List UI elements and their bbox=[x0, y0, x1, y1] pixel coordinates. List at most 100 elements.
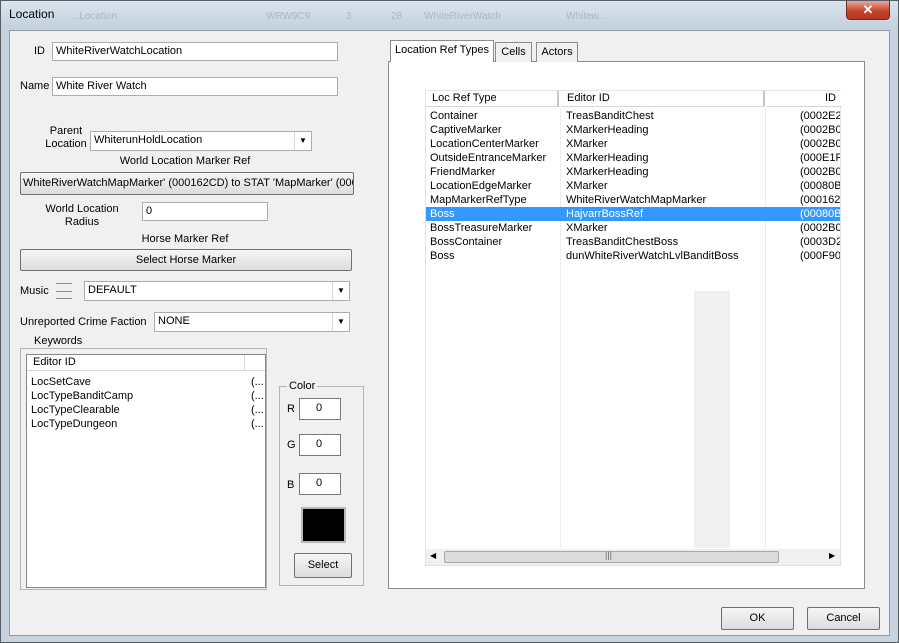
music-label: Music bbox=[20, 285, 49, 297]
table-cell[interactable]: (0002B0 bbox=[800, 123, 840, 137]
radius-input[interactable]: 0 bbox=[142, 202, 268, 221]
chevron-down-icon[interactable]: ▼ bbox=[294, 132, 311, 150]
crime-faction-value: NONE bbox=[158, 315, 190, 327]
blank-region bbox=[694, 291, 730, 548]
music-spin[interactable] bbox=[56, 283, 72, 299]
keywords-header-extra[interactable] bbox=[245, 355, 265, 371]
red-input[interactable]: 0 bbox=[299, 398, 341, 420]
ok-button[interactable]: OK bbox=[721, 607, 794, 630]
title-bar[interactable]: Location ...Location WRW9C9 3 28 WhiteRi… bbox=[1, 1, 898, 29]
table-cell[interactable]: Boss bbox=[430, 207, 558, 221]
list-item[interactable]: LocTypeClearable bbox=[31, 403, 247, 417]
table-cell[interactable]: BossContainer bbox=[430, 235, 558, 249]
blue-input[interactable]: 0 bbox=[299, 473, 341, 495]
radius-label: Radius bbox=[64, 216, 100, 228]
table-cell[interactable]: XMarkerHeading bbox=[566, 123, 762, 137]
scroll-left-icon[interactable]: ◀ bbox=[430, 551, 436, 560]
list-item-extra: (... bbox=[251, 376, 264, 388]
table-cell[interactable]: (0002B0 bbox=[800, 137, 840, 151]
ghost-text: Whitew... bbox=[566, 11, 607, 22]
list-item[interactable]: LocSetCave bbox=[31, 375, 247, 389]
table-cell[interactable]: OutsideEntranceMarker bbox=[430, 151, 558, 165]
keywords-list[interactable]: Editor ID LocSetCave (... LocTypeBanditC… bbox=[26, 354, 266, 588]
id-label: ID bbox=[34, 45, 45, 57]
table-cell[interactable]: (000162 bbox=[800, 193, 840, 207]
close-button[interactable]: ✕ bbox=[846, 1, 890, 20]
column-header-editor-id[interactable]: Editor ID bbox=[561, 91, 765, 107]
music-select[interactable]: DEFAULT ▼ bbox=[84, 281, 350, 301]
table-cell[interactable]: LocationCenterMarker bbox=[430, 137, 558, 151]
color-select-button[interactable]: Select bbox=[294, 553, 352, 578]
scroll-right-icon[interactable]: ▶ bbox=[829, 551, 835, 560]
table-cell[interactable]: XMarker bbox=[566, 179, 762, 193]
cancel-button[interactable]: Cancel bbox=[807, 607, 880, 630]
grip-icon: ||| bbox=[605, 550, 613, 560]
column-header-id[interactable]: ID bbox=[767, 91, 842, 107]
marker-ref-button[interactable]: WhiteRiverWatchMapMarker' (000162CD) to … bbox=[20, 172, 354, 195]
crime-faction-select[interactable]: NONE ▼ bbox=[154, 312, 350, 332]
table-cell[interactable]: HajvarrBossRef bbox=[566, 207, 762, 221]
table-cell[interactable]: (000F90 bbox=[800, 249, 840, 263]
column-divider bbox=[765, 108, 766, 548]
parent-location-label: Location bbox=[45, 138, 87, 150]
table-cell[interactable]: Container bbox=[430, 109, 558, 123]
table-cell[interactable]: LocationEdgeMarker bbox=[430, 179, 558, 193]
green-label: G bbox=[287, 439, 296, 451]
table-cell[interactable]: (0003D2 bbox=[800, 235, 840, 249]
table-cell[interactable]: XMarkerHeading bbox=[566, 165, 762, 179]
list-item-extra: (... bbox=[251, 390, 264, 402]
color-swatch[interactable] bbox=[301, 507, 346, 543]
tab-actors[interactable]: Actors bbox=[536, 42, 578, 62]
table-cell[interactable]: WhiteRiverWatchMapMarker bbox=[566, 193, 762, 207]
table-cell[interactable]: Boss bbox=[430, 249, 558, 263]
color-group-label: Color bbox=[287, 380, 318, 392]
crime-faction-label: Unreported Crime Faction bbox=[20, 316, 147, 328]
table-cell[interactable]: (00080B bbox=[800, 179, 840, 193]
chevron-down-icon[interactable]: ▼ bbox=[332, 313, 349, 331]
blue-label: B bbox=[287, 479, 295, 491]
radius-label: World Location bbox=[45, 203, 119, 215]
keywords-header-editor-id[interactable]: Editor ID bbox=[27, 355, 245, 371]
table-cell[interactable]: (0002E2 bbox=[800, 109, 840, 123]
table-cell[interactable]: MapMarkerRefType bbox=[430, 193, 558, 207]
music-value: DEFAULT bbox=[88, 284, 137, 296]
id-input[interactable]: WhiteRiverWatchLocation bbox=[52, 42, 338, 61]
horse-marker-label: Horse Marker Ref bbox=[141, 233, 229, 245]
red-label: R bbox=[287, 403, 295, 415]
horizontal-scrollbar[interactable]: ◀ ||| ▶ bbox=[426, 549, 840, 565]
list-item-extra: (... bbox=[251, 418, 264, 430]
table-cell[interactable]: (0002B0 bbox=[800, 221, 840, 235]
table-cell[interactable]: FriendMarker bbox=[430, 165, 558, 179]
ghost-text: 28 bbox=[391, 11, 403, 22]
table-cell[interactable]: XMarkerHeading bbox=[566, 151, 762, 165]
list-item[interactable]: LocTypeDungeon bbox=[31, 417, 247, 431]
table-cell[interactable]: (000E1F bbox=[800, 151, 840, 165]
select-horse-marker-button[interactable]: Select Horse Marker bbox=[20, 249, 352, 271]
list-item[interactable]: LocTypeBanditCamp bbox=[31, 389, 247, 403]
chevron-down-icon[interactable]: ▼ bbox=[332, 282, 349, 300]
marker-ref-label: World Location Marker Ref bbox=[119, 155, 251, 167]
scrollbar-thumb[interactable]: ||| bbox=[444, 550, 779, 563]
table-cell[interactable]: BossTreasureMarker bbox=[430, 221, 558, 235]
column-header-loc-ref-type[interactable]: Loc Ref Type bbox=[426, 91, 559, 107]
parent-location-value: WhiterunHoldLocation bbox=[94, 134, 203, 146]
tab-location-ref-types[interactable]: Location Ref Types bbox=[390, 40, 494, 62]
parent-location-select[interactable]: WhiterunHoldLocation ▼ bbox=[90, 131, 312, 151]
table-cell[interactable]: XMarker bbox=[566, 221, 762, 235]
loc-ref-table[interactable]: Loc Ref Type Editor ID ID Container Treas… bbox=[425, 90, 842, 566]
table-cell[interactable]: XMarker bbox=[566, 137, 762, 151]
green-input[interactable]: 0 bbox=[299, 434, 341, 456]
ghost-text: 3 bbox=[346, 11, 352, 22]
window-title: Location bbox=[9, 7, 55, 21]
table-cell[interactable]: dunWhiteRiverWatchLvlBanditBoss bbox=[566, 249, 762, 263]
table-cell[interactable]: (0002B0 bbox=[800, 165, 840, 179]
table-cell[interactable]: CaptiveMarker bbox=[430, 123, 558, 137]
table-cell[interactable]: (00080B bbox=[800, 207, 840, 221]
name-input[interactable]: White River Watch bbox=[52, 77, 338, 96]
name-label: Name bbox=[20, 80, 50, 92]
parent-location-label: Parent bbox=[49, 125, 83, 137]
column-divider bbox=[560, 108, 561, 548]
tab-cells[interactable]: Cells bbox=[495, 42, 532, 62]
table-cell[interactable]: TreasBanditChestBoss bbox=[566, 235, 762, 249]
table-cell[interactable]: TreasBanditChest bbox=[566, 109, 762, 123]
